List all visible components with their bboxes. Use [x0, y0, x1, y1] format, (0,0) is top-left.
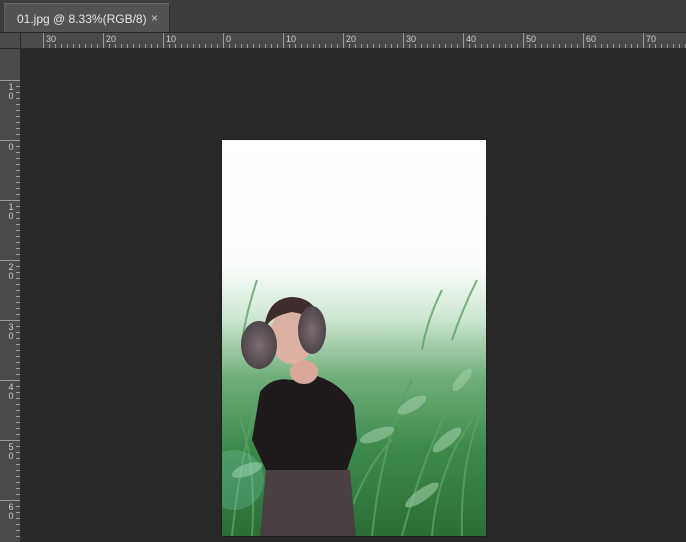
- photo-girl-in-grass: [222, 140, 486, 536]
- ruler-v-label: 60: [7, 503, 15, 521]
- ruler-h-label: 70: [646, 34, 657, 44]
- document-tab[interactable]: 01.jpg @ 8.33%(RGB/8) ×: [4, 3, 170, 32]
- ruler-v-digit: 0: [8, 91, 14, 101]
- ruler-v-label: 50: [7, 443, 15, 461]
- ruler-h-label: 10: [166, 34, 177, 44]
- ruler-v-digit: 0: [8, 451, 14, 461]
- ruler-h-label: 60: [586, 34, 597, 44]
- ruler-v-digit: 0: [8, 211, 14, 221]
- ruler-v-label: 30: [7, 323, 15, 341]
- ruler-v-label: 10: [7, 83, 15, 101]
- ruler-h-label: 40: [466, 34, 477, 44]
- ruler-h-label: 20: [346, 34, 357, 44]
- ruler-v-digit: 0: [8, 391, 14, 401]
- ruler-h-label: 0: [226, 34, 232, 44]
- ruler-v-label: 0: [7, 143, 15, 152]
- ruler-h-label: 30: [46, 34, 57, 44]
- vertical-ruler-ticks: [0, 80, 20, 537]
- ruler-v-label: 40: [7, 383, 15, 401]
- horizontal-ruler[interactable]: 30 20 10 0 10 20 30 40 50 60 70: [21, 33, 686, 49]
- ruler-v-label: 20: [7, 263, 15, 281]
- vertical-ruler[interactable]: 10 0 10 20 30 40 50 60: [0, 49, 21, 542]
- document-tab-title: 01.jpg @ 8.33%(RGB/8): [17, 12, 147, 26]
- ruler-h-label: 10: [286, 34, 297, 44]
- document-canvas-area[interactable]: [21, 49, 686, 542]
- ruler-v-digit: 0: [8, 511, 14, 521]
- ruler-v-digit: 0: [8, 142, 14, 152]
- document-tab-bar: 01.jpg @ 8.33%(RGB/8) ×: [0, 0, 686, 33]
- ruler-v-digit: 0: [8, 271, 14, 281]
- ruler-h-label: 20: [106, 34, 117, 44]
- ruler-v-digit: 0: [8, 331, 14, 341]
- ruler-h-label: 50: [526, 34, 537, 44]
- document-image[interactable]: [222, 140, 486, 536]
- ruler-origin-corner[interactable]: [0, 33, 21, 49]
- close-icon[interactable]: ×: [151, 11, 158, 25]
- ruler-h-label: 30: [406, 34, 417, 44]
- ruler-v-label: 10: [7, 203, 15, 221]
